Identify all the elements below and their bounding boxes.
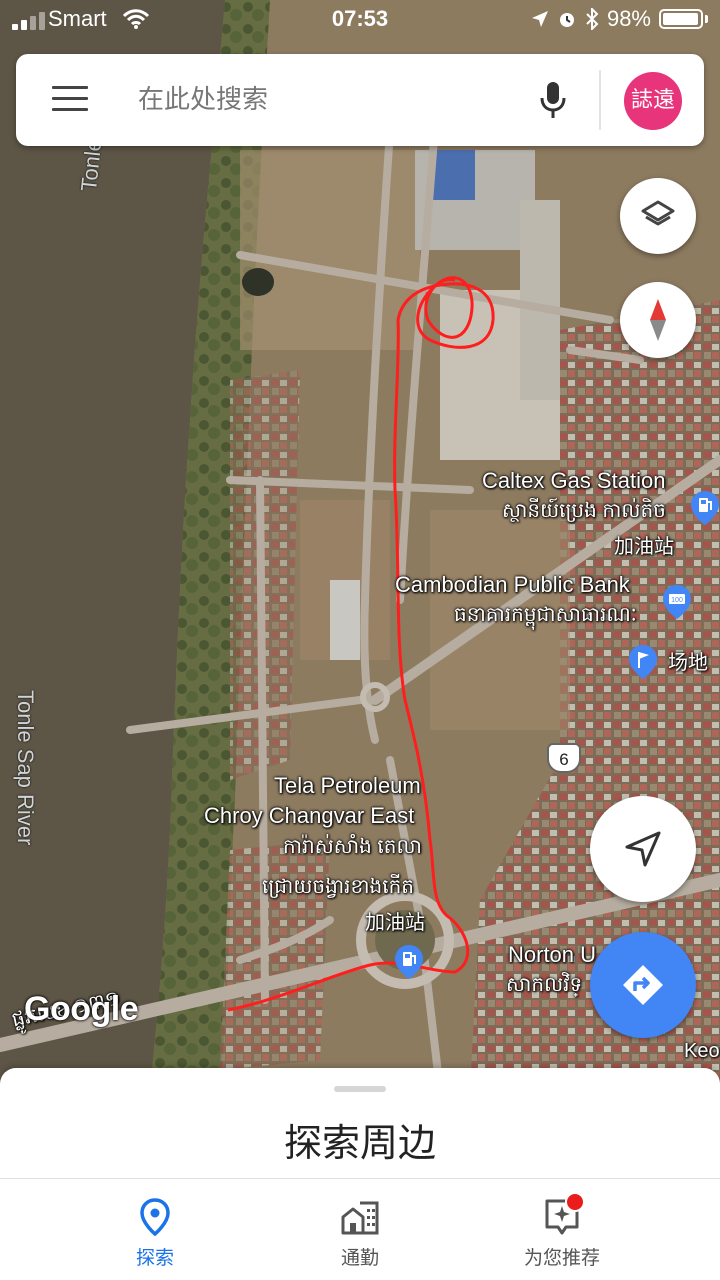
nav-item-for-you[interactable]: 为您推荐 xyxy=(442,1179,682,1280)
explore-sheet[interactable]: 探索周边 xyxy=(0,1068,720,1178)
bank-pin-icon[interactable]: 100 xyxy=(662,584,692,620)
nav-label-explore: 探索 xyxy=(135,1247,174,1269)
map-label-bank-en[interactable]: Cambodian Public Bank xyxy=(395,572,630,597)
map-label-bank-km: ធនាគារកម្ពុជាសាធារណៈ xyxy=(454,604,637,626)
location-pin-icon xyxy=(140,1198,170,1237)
flag-pin-icon[interactable] xyxy=(628,644,658,680)
nav-label-for-you: 为您推荐 xyxy=(523,1247,600,1269)
nav-item-explore[interactable]: 探索 xyxy=(35,1179,275,1280)
map-label-norton-km: សាកលវិទ្ xyxy=(506,974,583,996)
map-label-norton-en[interactable]: Norton U xyxy=(508,942,596,967)
directions-icon xyxy=(623,965,663,1005)
alarm-icon xyxy=(559,13,574,27)
map-label-tela-en-2: Chroy Changvar East xyxy=(204,803,415,828)
map-label-venue: 场地 xyxy=(668,652,708,674)
map-label-tela-zh: 加油站 xyxy=(365,912,425,934)
commute-buildings-icon xyxy=(341,1201,379,1235)
status-bar: Smart 07:53 98% xyxy=(0,0,720,40)
search-bar: 誌遠 xyxy=(16,54,704,146)
battery-icon xyxy=(659,9,703,29)
account-avatar[interactable]: 誌遠 xyxy=(624,72,682,130)
map-label-caltex-zh: 加油站 xyxy=(614,536,674,558)
satellite-map[interactable]: Tonle Tonle Sap River Caltex Gas Station… xyxy=(0,0,720,1090)
layers-icon xyxy=(641,200,675,226)
bluetooth-icon xyxy=(586,8,599,30)
sheet-title: 探索周边 xyxy=(283,1121,436,1165)
notification-badge xyxy=(565,1192,585,1212)
compass-button[interactable] xyxy=(620,282,696,358)
google-logo: Google xyxy=(24,990,139,1028)
compass-icon xyxy=(650,299,666,341)
river-label-side: Tonle Sap River xyxy=(13,690,38,846)
map-label-tela-km-1: ការ៉ាស់សាំង តេលា xyxy=(283,836,422,858)
map-label-keo: Keo xyxy=(684,1040,720,1062)
map-label-caltex-km: ស្ថានីយ៍ប្រេង កាល់តិច xyxy=(502,500,666,522)
map-label-tela-en-1[interactable]: Tela Petroleum xyxy=(274,773,421,798)
sheet-drag-handle[interactable] xyxy=(334,1086,386,1092)
svg-text:100: 100 xyxy=(671,597,683,604)
menu-icon[interactable] xyxy=(52,86,88,114)
gas-station-pin-icon[interactable] xyxy=(394,944,424,980)
map-imagery xyxy=(0,0,720,1090)
route-shield: 6 xyxy=(547,743,581,773)
map-label-tela-km-2: ជ្រោយចង្វារខាងកើត xyxy=(262,876,414,898)
microphone-icon[interactable] xyxy=(536,78,570,122)
layers-button[interactable] xyxy=(620,178,696,254)
my-location-button[interactable] xyxy=(590,796,696,902)
bottom-navigation: 探索 通勤 为您推荐 xyxy=(0,1178,720,1280)
search-input[interactable] xyxy=(138,76,518,124)
navigation-arrow-icon xyxy=(625,831,661,867)
search-divider xyxy=(599,70,601,130)
gas-station-pin-icon[interactable] xyxy=(690,490,720,526)
map-label-caltex-en[interactable]: Caltex Gas Station xyxy=(482,468,665,493)
battery-percent: 98% xyxy=(606,6,651,31)
directions-button[interactable] xyxy=(590,932,696,1038)
location-services-icon xyxy=(531,11,548,27)
